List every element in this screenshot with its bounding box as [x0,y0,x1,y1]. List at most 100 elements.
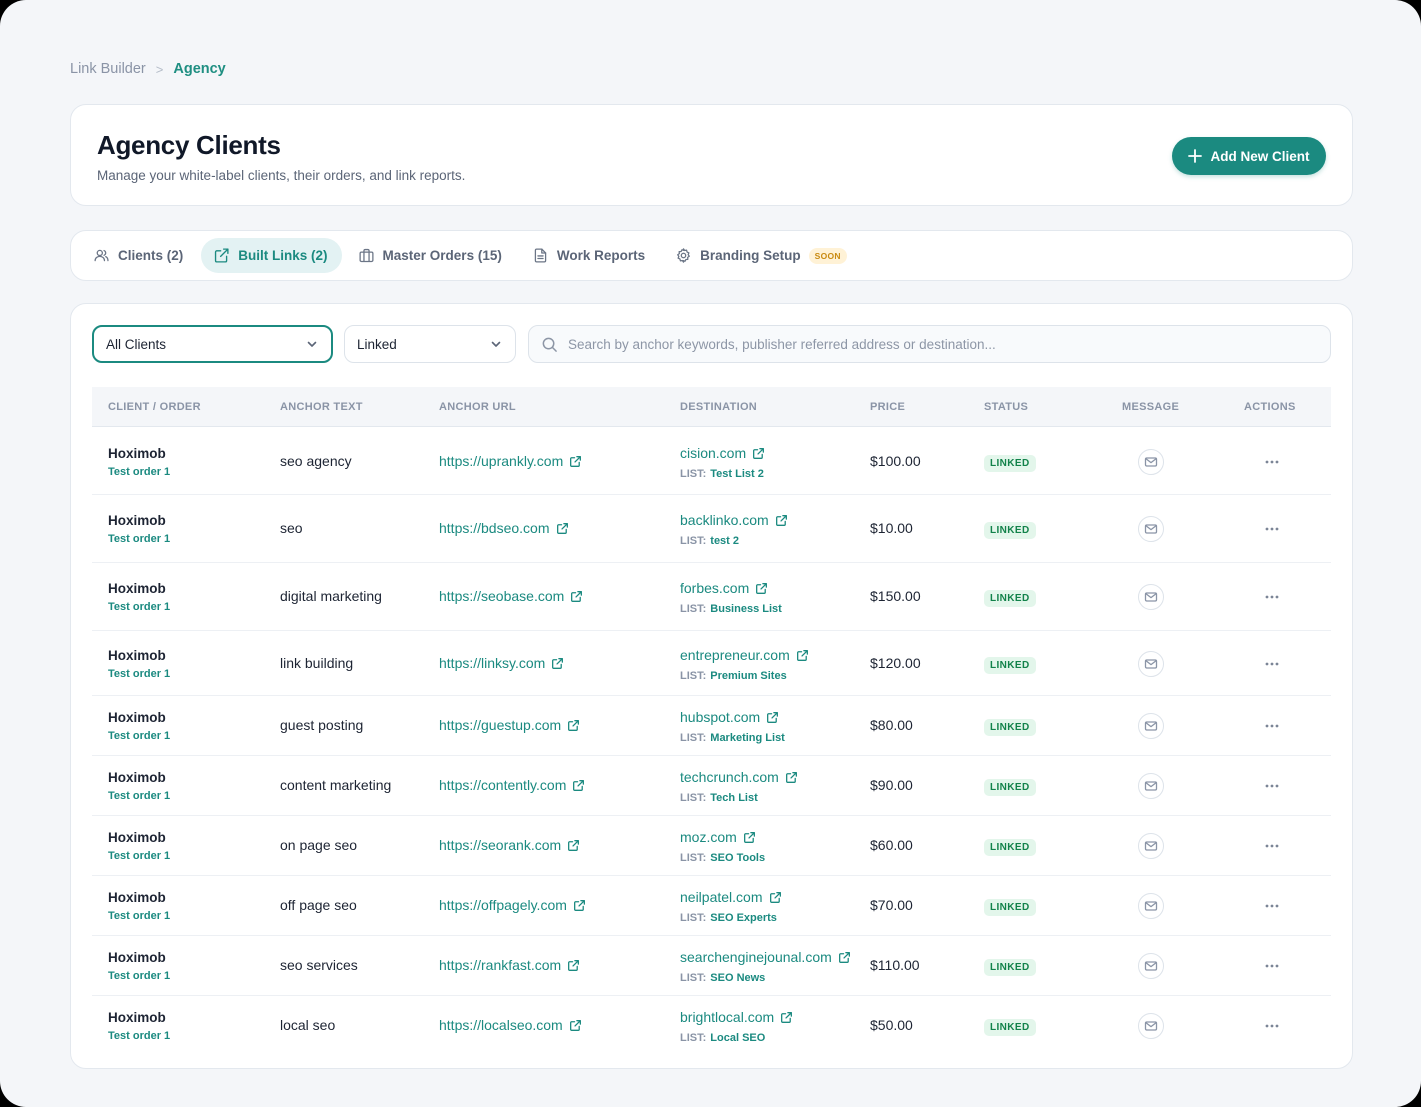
list-name: SEO Tools [710,852,766,864]
row-actions-button[interactable] [1260,776,1284,796]
row-actions-button[interactable] [1260,896,1284,916]
status-cell: LINKED [984,520,1036,539]
status-filter-value: Linked [357,336,397,352]
row-actions-button[interactable] [1260,836,1284,856]
row-actions-button[interactable] [1260,1016,1284,1036]
anchor-url-link[interactable]: https://guestup.com [439,717,580,733]
table-row: Hoximob Test order 1 content marketing http… [92,756,1331,816]
client-name: Hoximob [108,950,166,965]
add-new-client-button[interactable]: Add New Client [1172,137,1326,175]
status-badge: LINKED [984,1019,1036,1036]
destination-link[interactable]: hubspot.com [680,709,779,725]
message-cell [1138,893,1164,919]
price: $10.00 [870,520,913,536]
external-link-icon [568,839,580,851]
destination-link[interactable]: techcrunch.com [680,769,798,785]
page-subtitle: Manage your white-label clients, their o… [97,168,466,183]
anchor-url-text: https://guestup.com [439,717,562,733]
row-actions-button[interactable] [1260,519,1284,539]
order-link[interactable]: Test order 1 [108,668,170,680]
destination-link[interactable]: entrepreneur.com [680,647,809,663]
breadcrumb-link-builder[interactable]: Link Builder [70,61,146,77]
list-label: LIST: [680,603,707,615]
anchor-text: on page seo [280,837,358,853]
price: $60.00 [870,837,913,853]
message-button[interactable] [1138,584,1164,610]
destination-link[interactable]: cision.com [680,445,765,461]
anchor-url-link[interactable]: https://seorank.com [439,837,580,853]
tab-built-links[interactable]: Built Links (2) [201,238,342,273]
destination-list: LIST: Tech List [680,792,798,804]
destination-cell: hubspot.com LIST: Marketing List [680,709,785,744]
anchor-url-link[interactable]: https://contently.com [439,777,585,793]
destination-link[interactable]: moz.com [680,829,756,845]
anchor-url-cell: https://uprankly.com [439,453,582,471]
order-link[interactable]: Test order 1 [108,730,170,742]
destination-text: hubspot.com [680,709,761,725]
list-label: LIST: [680,972,707,984]
order-link[interactable]: Test order 1 [108,601,170,613]
destination-link[interactable]: neilpatel.com [680,889,782,905]
row-actions-button[interactable] [1260,654,1284,674]
breadcrumb-separator: > [155,61,164,77]
client-filter-select[interactable]: All Clients [92,325,333,363]
order-link[interactable]: Test order 1 [108,850,170,862]
gear-icon [677,248,691,263]
message-button[interactable] [1138,1013,1164,1039]
anchor-text: content marketing [280,777,392,793]
anchor-url-link[interactable]: https://seobase.com [439,588,583,604]
destination-text: entrepreneur.com [680,647,790,663]
row-actions-button[interactable] [1260,452,1284,472]
message-button[interactable] [1138,953,1164,979]
tab-branding-setup[interactable]: Branding Setup SOON [663,238,861,273]
anchor-url-cell: https://contently.com [439,777,585,795]
anchor-url-link[interactable]: https://rankfast.com [439,957,580,973]
destination-cell: searchenginejounal.com LIST: SEO News [680,949,851,984]
anchor-url-link[interactable]: https://localseo.com [439,1017,582,1033]
table-row: Hoximob Test order 1 seo agency https://upr… [92,428,1331,495]
message-button[interactable] [1138,833,1164,859]
column-header-status: STATUS [984,401,1029,413]
tab-work-reports[interactable]: Work Reports [520,238,659,273]
order-link[interactable]: Test order 1 [108,1030,170,1042]
destination-link[interactable]: searchenginejounal.com [680,949,851,965]
message-button[interactable] [1138,651,1164,677]
order-link[interactable]: Test order 1 [108,790,170,802]
price: $50.00 [870,1017,913,1033]
actions-cell [1260,1016,1284,1036]
more-horizontal-icon [1265,904,1279,908]
anchor-url-cell: https://bdseo.com [439,520,569,538]
destination-link[interactable]: brightlocal.com [680,1009,793,1025]
message-button[interactable] [1138,516,1164,542]
order-link[interactable]: Test order 1 [108,533,170,545]
list-name: Premium Sites [710,670,787,682]
more-horizontal-icon [1265,844,1279,848]
tab-clients[interactable]: Clients (2) [81,238,197,273]
search-input[interactable] [568,336,1318,352]
message-button[interactable] [1138,449,1164,475]
anchor-url-cell: https://rankfast.com [439,957,580,975]
anchor-url-link[interactable]: https://linksy.com [439,655,564,671]
anchor-url-cell: https://seobase.com [439,588,583,606]
destination-link[interactable]: backlinko.com [680,512,788,528]
row-actions-button[interactable] [1260,716,1284,736]
actions-cell [1260,654,1284,674]
external-link-icon [769,891,781,903]
anchor-url-link[interactable]: https://offpagely.com [439,897,586,913]
anchor-url-link[interactable]: https://uprankly.com [439,453,582,469]
row-actions-button[interactable] [1260,587,1284,607]
anchor-url-text: https://seobase.com [439,588,565,604]
tab-master-orders[interactable]: Master Orders (15) [346,238,516,273]
order-link[interactable]: Test order 1 [108,910,170,922]
anchor-url-link[interactable]: https://bdseo.com [439,520,569,536]
anchor-text: digital marketing [280,588,382,604]
row-actions-button[interactable] [1260,956,1284,976]
order-link[interactable]: Test order 1 [108,466,170,478]
order-link[interactable]: Test order 1 [108,970,170,982]
message-button[interactable] [1138,773,1164,799]
status-filter-select[interactable]: Linked [344,325,516,363]
message-button[interactable] [1138,893,1164,919]
message-button[interactable] [1138,713,1164,739]
destination-link[interactable]: forbes.com [680,580,768,596]
client-order-cell: Hoximob Test order 1 [108,446,170,478]
